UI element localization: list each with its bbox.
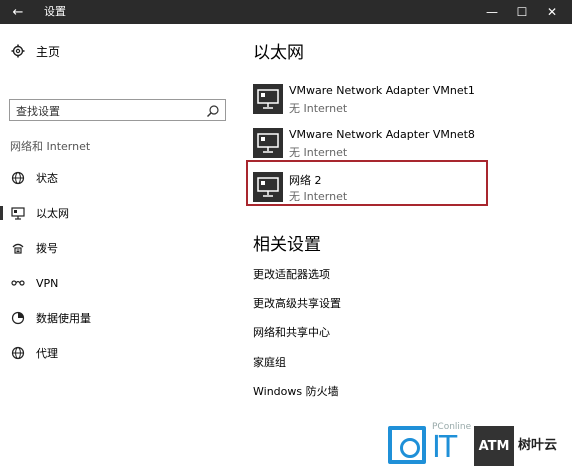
sidebar-item-data-usage[interactable]: 数据使用量 xyxy=(0,307,236,329)
adapter-status: 无 Internet xyxy=(289,102,348,115)
maximize-button[interactable]: ☐ xyxy=(506,0,538,24)
watermark-text: 树叶云 xyxy=(518,438,558,453)
search-input[interactable]: 查找设置 xyxy=(9,99,226,121)
sidebar: 主页 查找设置 网络和 Internet 状态 以太网 拨号 VPN 数据使用量… xyxy=(0,24,236,470)
watermark: PConline IT ATM 树叶云 xyxy=(388,420,572,470)
network-adapter-icon xyxy=(253,128,283,158)
section-label: 网络和 Internet xyxy=(10,140,91,153)
watermark-badge: ATM xyxy=(474,426,514,466)
link-advanced-sharing[interactable]: 更改高级共享设置 xyxy=(253,295,341,311)
sidebar-item-proxy[interactable]: 代理 xyxy=(0,342,236,364)
sidebar-item-label: VPN xyxy=(36,276,59,290)
vpn-icon xyxy=(10,275,26,291)
sidebar-item-label: 以太网 xyxy=(36,207,69,220)
network-adapter-icon xyxy=(253,84,283,114)
sidebar-item-label: 代理 xyxy=(36,347,58,360)
sidebar-item-label: 数据使用量 xyxy=(36,312,91,325)
page-title: 以太网 xyxy=(253,43,304,63)
link-windows-firewall[interactable]: Windows 防火墙 xyxy=(253,383,339,399)
sidebar-item-home[interactable]: 主页 xyxy=(10,42,60,60)
globe-status-icon xyxy=(10,170,26,186)
link-change-adapter-options[interactable]: 更改适配器选项 xyxy=(253,266,330,282)
watermark-it: IT xyxy=(432,430,457,465)
dialup-icon xyxy=(10,240,26,256)
sidebar-item-label: 主页 xyxy=(36,44,61,59)
sidebar-item-ethernet[interactable]: 以太网 xyxy=(0,202,236,224)
sidebar-item-vpn[interactable]: VPN xyxy=(0,272,236,294)
adapter-name: VMware Network Adapter VMnet1 xyxy=(289,84,475,97)
globe-proxy-icon xyxy=(10,345,26,361)
gear-icon xyxy=(10,43,26,59)
sidebar-item-dialup[interactable]: 拨号 xyxy=(0,237,236,259)
title-bar: ← 设置 — ☐ ✕ xyxy=(0,0,572,24)
adapter-status: 无 Internet xyxy=(289,190,348,203)
search-icon[interactable] xyxy=(206,103,220,117)
pconline-logo-icon xyxy=(388,426,426,464)
window-title: 设置 xyxy=(44,5,66,18)
link-homegroup[interactable]: 家庭组 xyxy=(253,354,286,370)
adapter-item-vmnet8[interactable]: VMware Network Adapter VMnet8 无 Internet xyxy=(253,126,483,164)
network-adapter-icon xyxy=(253,172,283,202)
adapter-name: VMware Network Adapter VMnet8 xyxy=(289,128,475,141)
minimize-button[interactable]: — xyxy=(476,0,508,24)
sidebar-item-label: 状态 xyxy=(36,172,58,185)
sidebar-item-status[interactable]: 状态 xyxy=(0,167,236,189)
adapter-name: 网络 2 xyxy=(289,174,322,187)
related-settings-title: 相关设置 xyxy=(253,235,321,255)
adapter-status: 无 Internet xyxy=(289,146,348,159)
data-usage-icon xyxy=(10,310,26,326)
search-placeholder: 查找设置 xyxy=(16,105,60,118)
main-content: 以太网 VMware Network Adapter VMnet1 无 Inte… xyxy=(236,24,572,470)
ethernet-icon xyxy=(10,205,26,221)
close-button[interactable]: ✕ xyxy=(536,0,568,24)
link-network-sharing-center[interactable]: 网络和共享中心 xyxy=(253,324,330,340)
adapter-item-network2[interactable]: 网络 2 无 Internet xyxy=(253,170,483,208)
sidebar-item-label: 拨号 xyxy=(36,242,58,255)
adapter-item-vmnet1[interactable]: VMware Network Adapter VMnet1 无 Internet xyxy=(253,82,483,120)
back-arrow-icon[interactable]: ← xyxy=(0,0,36,24)
